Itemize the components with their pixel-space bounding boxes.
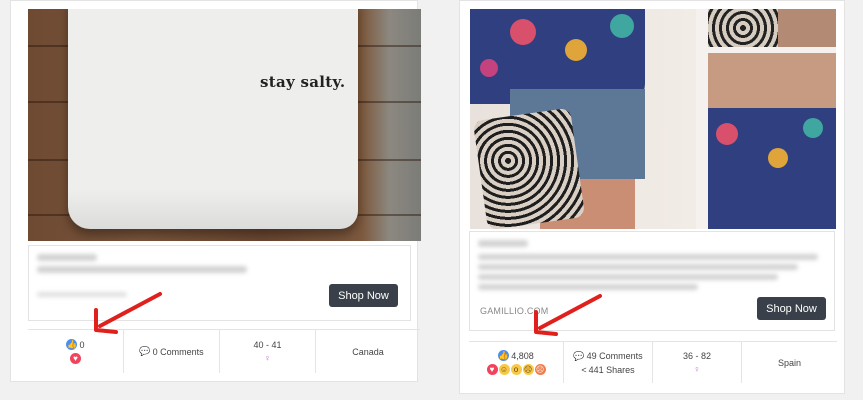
annotation-arrow — [94, 292, 162, 334]
annotation-arrow — [534, 294, 602, 336]
angry-face-icon: ☹ — [534, 364, 546, 375]
stats-row: 👍 0 ♥ 💬 0 Comments 40 - 41 ♀ Canada — [28, 329, 420, 373]
image-caption: stay salty. — [260, 73, 346, 91]
female-icon: ♀ — [264, 353, 271, 363]
ad-image[interactable] — [470, 9, 836, 229]
sad-face-icon: ☹ — [522, 364, 534, 375]
ad-preview-box: Shop Now — [28, 245, 411, 321]
ad-preview-box: GAMILLIO.COM Shop Now — [469, 231, 835, 331]
speech-bubble-icon: 💬 — [573, 350, 585, 361]
ad-image[interactable]: stay salty. — [28, 9, 421, 241]
country-cell: Spain — [742, 342, 837, 383]
blurred-title — [478, 240, 528, 247]
audience-cell: 36 - 82 ♀ — [653, 342, 742, 383]
engagement-cell: 💬 49 Comments < 441 Shares — [564, 342, 653, 383]
age-range: 36 - 82 — [682, 351, 712, 361]
ad-card: GAMILLIO.COM Shop Now 👍 4,808 ♥ ☺ o ☹ ☹ … — [459, 0, 845, 394]
blurred-text — [478, 254, 818, 260]
thumbs-up-icon: 👍 — [498, 350, 510, 361]
likes-count: 0 — [79, 339, 85, 350]
blurred-text — [478, 264, 798, 270]
speech-bubble-icon: 💬 — [139, 346, 151, 356]
audience-cell: 40 - 41 ♀ — [220, 330, 316, 373]
heart-icon: ♥ — [486, 364, 498, 375]
leopard-clutch — [472, 107, 586, 229]
blurred-text — [37, 266, 247, 273]
ad-card: stay salty. Shop Now 👍 0 ♥ 💬 0 Comments … — [10, 0, 421, 382]
shares-count[interactable]: 441 Shares — [589, 365, 635, 375]
thumbs-up-icon: 👍 — [66, 339, 78, 350]
shop-now-button[interactable]: Shop Now — [757, 297, 826, 320]
female-icon: ♀ — [693, 364, 701, 374]
blurred-title — [37, 254, 97, 261]
likes-count: 4,808 — [511, 350, 534, 361]
surprised-face-icon: o — [510, 364, 522, 375]
shop-now-button[interactable]: Shop Now — [329, 284, 398, 307]
country-label: Spain — [777, 357, 802, 368]
laughing-face-icon: ☺ — [498, 364, 510, 375]
share-icon: < — [581, 364, 587, 375]
heart-icon: ♥ — [70, 353, 81, 364]
age-range: 40 - 41 — [253, 340, 282, 350]
comments-count[interactable]: 49 Comments — [587, 351, 643, 361]
comments-count[interactable]: 0 Comments — [153, 347, 204, 357]
stats-row: 👍 4,808 ♥ ☺ o ☹ ☹ 💬 49 Comments < 441 Sh… — [469, 341, 837, 383]
blurred-text — [478, 274, 778, 280]
reactions-cell: 👍 4,808 ♥ ☺ o ☹ ☹ — [469, 342, 564, 383]
country-cell: Canada — [316, 330, 420, 373]
tshirt-illustration — [68, 9, 358, 229]
country-label: Canada — [352, 346, 384, 357]
